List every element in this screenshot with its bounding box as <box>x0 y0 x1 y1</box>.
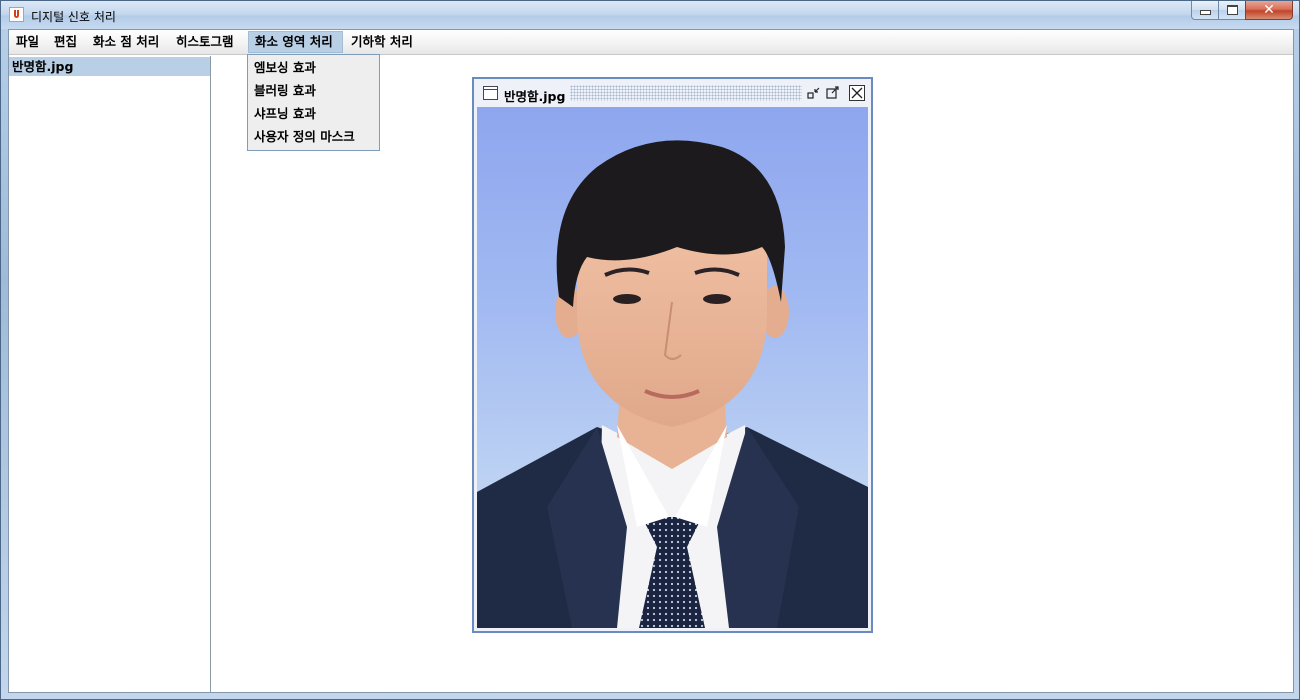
maximize-icon <box>1226 5 1238 15</box>
menu-geometric-processing[interactable]: 기하학 처리 <box>345 31 419 53</box>
menu-bar: 파일 편집 화소 점 처리 히스토그램 화소 영역 처리 기하학 처리 <box>9 30 1293 55</box>
menu-file[interactable]: 파일 <box>10 31 48 53</box>
frame-iconify-button[interactable] <box>806 85 822 101</box>
minimize-icon <box>1199 10 1211 15</box>
menu-item-blurring[interactable]: 블러링 효과 <box>248 79 379 102</box>
java-cup-icon[interactable] <box>9 7 24 22</box>
menu-item-sharpening[interactable]: 샤프닝 효과 <box>248 102 379 125</box>
menu-item-emboss[interactable]: 엠보싱 효과 <box>248 56 379 79</box>
dropdown-menu-pixel-area: 엠보싱 효과 블러링 효과 샤프닝 효과 사용자 정의 마스크 <box>247 54 380 151</box>
menu-pixel-point-processing[interactable]: 화소 점 처리 <box>87 31 168 53</box>
iconify-icon <box>807 87 820 99</box>
minimize-button[interactable] <box>1191 1 1219 20</box>
title-bar[interactable]: 디지털 신호 처리 ✕ <box>1 1 1299 29</box>
close-icon <box>851 87 863 99</box>
menu-item-custom-mask[interactable]: 사용자 정의 마스크 <box>248 125 379 148</box>
internal-frame[interactable]: 반명함.jpg <box>472 77 873 633</box>
menu-edit[interactable]: 편집 <box>48 31 86 53</box>
frame-close-button[interactable] <box>849 85 865 101</box>
portrait-photo <box>477 140 868 628</box>
frame-title-bar[interactable]: 반명함.jpg <box>476 81 869 105</box>
file-list-item[interactable]: 반명함.jpg <box>9 57 210 76</box>
app-window: 디지털 신호 처리 ✕ 파일 편집 화소 점 처리 히스토그램 화소 영역 처리… <box>0 0 1300 700</box>
close-icon: ✕ <box>1263 2 1275 18</box>
frame-maximize-button[interactable] <box>825 85 841 101</box>
file-list-panel: 반명함.jpg <box>9 56 211 692</box>
frame-title: 반명함.jpg <box>504 89 566 104</box>
menu-histogram[interactable]: 히스토그램 <box>170 31 246 53</box>
menu-pixel-area-processing[interactable]: 화소 영역 처리 <box>248 31 343 53</box>
maximize-button[interactable] <box>1218 1 1246 20</box>
window-title: 디지털 신호 처리 <box>31 10 116 24</box>
maximize-icon <box>826 86 839 99</box>
close-button[interactable]: ✕ <box>1245 1 1293 20</box>
window-icon <box>483 86 498 100</box>
photo-image <box>477 107 868 628</box>
